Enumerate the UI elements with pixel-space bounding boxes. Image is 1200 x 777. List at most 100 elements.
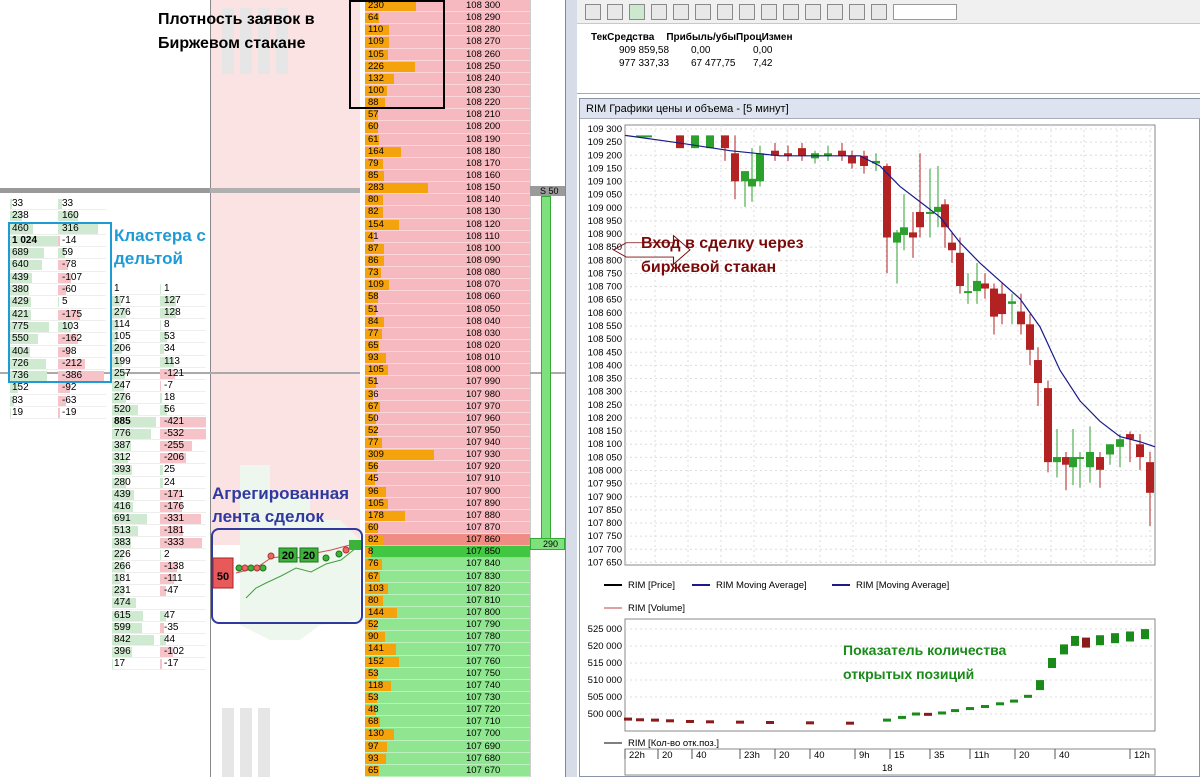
- oi-bar: [1010, 699, 1018, 703]
- alert-icon[interactable]: [783, 4, 799, 20]
- cluster-delta: -331: [164, 512, 185, 524]
- order-book-row[interactable]: 93 108 010: [365, 352, 530, 365]
- candle-body: [1062, 457, 1070, 465]
- price-tick: 109 150: [588, 163, 622, 174]
- finger-icon[interactable]: [827, 4, 843, 20]
- order-book-row[interactable]: 60 108 200: [365, 121, 530, 134]
- order-book-row[interactable]: 65 107 670: [365, 764, 530, 777]
- order-book-row[interactable]: 51 108 050: [365, 303, 530, 316]
- order-book-row[interactable]: 53 107 730: [365, 692, 530, 705]
- text-icon[interactable]: [805, 4, 821, 20]
- cluster-volume: 171: [114, 295, 131, 307]
- order-book-row[interactable]: 67 107 970: [365, 400, 530, 413]
- order-book-row[interactable]: 90 107 780: [365, 631, 530, 644]
- cluster-volume: 83: [12, 394, 24, 406]
- order-price: 107 760: [466, 655, 501, 667]
- account-cell: 909 859,58: [619, 45, 670, 56]
- order-book-row[interactable]: 8 107 850: [365, 546, 530, 559]
- order-book-row[interactable]: 130 107 700: [365, 728, 530, 741]
- order-book-row[interactable]: 52 107 950: [365, 424, 530, 438]
- order-book-row[interactable]: 57 108 210: [365, 109, 530, 122]
- order-volume: 178: [368, 509, 384, 521]
- order-book-row[interactable]: 58 108 060: [365, 291, 530, 304]
- order-book-row[interactable]: 80 108 140: [365, 194, 530, 207]
- order-book-row[interactable]: 109 108 070: [365, 279, 530, 292]
- window-separator[interactable]: [565, 0, 577, 777]
- cluster-delta: 18: [164, 391, 176, 403]
- order-book-row[interactable]: 152 107 760: [365, 655, 530, 668]
- order-book-row[interactable]: 56 107 920: [365, 461, 530, 474]
- order-book-row[interactable]: 93 107 680: [365, 752, 530, 765]
- cluster-delta: -92: [62, 382, 77, 394]
- order-book-row[interactable]: 67 107 830: [365, 570, 530, 583]
- table-icon[interactable]: [651, 4, 667, 20]
- cluster-row: 393 25: [112, 464, 206, 477]
- candle-body: [676, 135, 684, 149]
- order-price: 108 280: [466, 24, 501, 36]
- order-price: 108 170: [466, 157, 501, 169]
- add-icon[interactable]: [629, 4, 645, 20]
- order-book[interactable]: 230 108 300 64 108 290 110 108 280 109 108 270 1…: [365, 0, 530, 777]
- order-book-row[interactable]: 79 108 170: [365, 157, 530, 170]
- order-book-row[interactable]: 61 108 190: [365, 133, 530, 146]
- order-volume: 36: [368, 388, 379, 400]
- order-book-row[interactable]: 86 108 090: [365, 254, 530, 268]
- cancel-icon[interactable]: [739, 4, 755, 20]
- order-book-row[interactable]: 76 107 840: [365, 558, 530, 571]
- export-icon[interactable]: [761, 4, 777, 20]
- order-price: 107 990: [466, 376, 501, 388]
- refresh-icon[interactable]: [585, 4, 601, 20]
- oi-bar: [1111, 633, 1119, 644]
- list-icon[interactable]: [695, 4, 711, 20]
- order-book-row[interactable]: 178 107 880: [365, 509, 530, 523]
- order-book-row[interactable]: 144 107 800: [365, 607, 530, 620]
- search-input[interactable]: [893, 4, 957, 20]
- order-book-row[interactable]: 154 108 120: [365, 218, 530, 231]
- order-book-row[interactable]: 36 107 980: [365, 388, 530, 401]
- order-book-row[interactable]: 141 107 770: [365, 643, 530, 656]
- search-icon[interactable]: [871, 4, 887, 20]
- order-book-row[interactable]: 82 108 130: [365, 206, 530, 219]
- order-book-row[interactable]: 82 107 860: [365, 534, 530, 547]
- price-tick: 108 000: [588, 465, 622, 476]
- delta-bar: [160, 658, 163, 669]
- order-book-row[interactable]: 65 108 020: [365, 339, 530, 353]
- order-book-row[interactable]: 96 107 900: [365, 485, 530, 498]
- order-book-row[interactable]: 164 108 180: [365, 145, 530, 158]
- order-book-row[interactable]: 85 108 160: [365, 169, 530, 183]
- price-tick: 108 550: [588, 321, 622, 332]
- orders-icon[interactable]: [673, 4, 689, 20]
- order-book-row[interactable]: 105 108 000: [365, 364, 530, 377]
- order-book-row[interactable]: 118 107 740: [365, 679, 530, 693]
- tools-icon[interactable]: [717, 4, 733, 20]
- order-book-row[interactable]: 50 107 960: [365, 412, 530, 425]
- order-book-row[interactable]: 48 107 720: [365, 704, 530, 717]
- price-tick: 107 950: [588, 479, 622, 490]
- order-book-row[interactable]: 87 108 100: [365, 242, 530, 255]
- order-book-row[interactable]: 97 107 690: [365, 740, 530, 753]
- order-book-row[interactable]: 77 107 940: [365, 437, 530, 450]
- order-book-row[interactable]: 45 107 910: [365, 473, 530, 486]
- price-tick: 109 200: [588, 150, 622, 161]
- connect-icon[interactable]: [607, 4, 623, 20]
- order-book-row[interactable]: 53 107 750: [365, 667, 530, 680]
- order-book-row[interactable]: 77 108 030: [365, 327, 530, 340]
- order-book-row[interactable]: 68 107 710: [365, 716, 530, 729]
- order-book-row[interactable]: 309 107 930: [365, 449, 530, 462]
- chart-window-titlebar[interactable]: RIM Графики цены и объема - [5 минут]: [580, 99, 1200, 119]
- order-book-row[interactable]: 60 107 870: [365, 522, 530, 535]
- order-book-row[interactable]: 41 108 110: [365, 230, 530, 243]
- order-book-row[interactable]: 283 108 150: [365, 182, 530, 195]
- cluster-row: 439 -171: [112, 489, 206, 501]
- hand-icon[interactable]: [849, 4, 865, 20]
- cluster-row: 615 47: [112, 610, 206, 622]
- price-tick: 108 300: [588, 387, 622, 398]
- order-book-row[interactable]: 80 107 810: [365, 594, 530, 608]
- order-book-row[interactable]: 52 107 790: [365, 619, 530, 632]
- order-book-row[interactable]: 84 108 040: [365, 315, 530, 328]
- order-book-row[interactable]: 73 108 080: [365, 267, 530, 280]
- order-book-row[interactable]: 51 107 990: [365, 376, 530, 389]
- order-price: 107 800: [466, 607, 501, 619]
- order-book-row[interactable]: 105 107 890: [365, 497, 530, 510]
- order-book-row[interactable]: 103 107 820: [365, 582, 530, 595]
